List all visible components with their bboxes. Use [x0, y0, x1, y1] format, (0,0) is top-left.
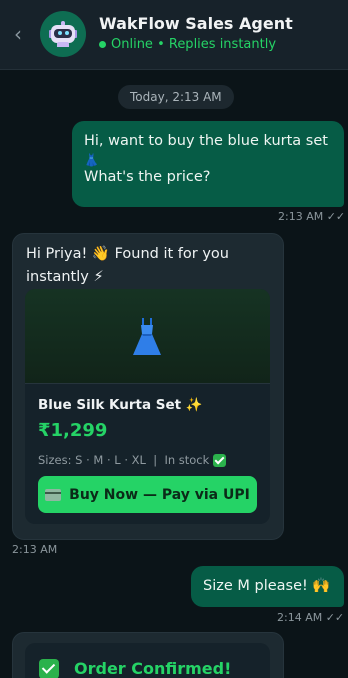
message-text-line: Hi Priya! 👋 Found it for you [26, 246, 229, 262]
order-confirmed-title: Order Confirmed! [74, 659, 232, 678]
product-card[interactable]: Blue Silk Kurta Set ✨ ₹1,299 Sizes: S · … [25, 289, 270, 524]
chat-header: ‹ WakFlow Sales Agent Online • Replies i… [0, 0, 348, 70]
avatar[interactable] [40, 11, 86, 57]
message-text-line: instantly ⚡ [26, 269, 104, 285]
back-icon[interactable]: ‹ [14, 22, 22, 46]
contact-status: Online • Replies instantly [99, 37, 276, 52]
message-time: 2:13 AM [12, 543, 58, 556]
check-icon [213, 453, 227, 467]
product-sizes-stock: Sizes: S · M · L · XL | In stock [38, 453, 210, 467]
product-price: ₹1,299 [38, 420, 108, 441]
date-divider: Today, 2:13 AM [118, 85, 234, 109]
status-text: Online • Replies instantly [111, 37, 277, 52]
robot-icon [49, 21, 77, 47]
message-text-line: Hi, want to buy the blue kurta set [84, 133, 328, 149]
dress-emoji: 👗 [84, 153, 99, 167]
read-ticks-icon: ✓✓ [325, 611, 345, 624]
message-time: 2:13 AM [278, 210, 324, 223]
credit-card-icon [45, 488, 62, 501]
buy-now-label: Buy Now — Pay via UPI [69, 486, 250, 503]
product-title: Blue Silk Kurta Set ✨ [38, 397, 203, 413]
online-dot-icon [99, 41, 106, 48]
buy-now-button[interactable]: Buy Now — Pay via UPI [38, 476, 257, 513]
product-image[interactable] [25, 289, 270, 384]
message-bubble-outgoing[interactable]: Hi, want to buy the blue kurta set 👗 Wha… [72, 121, 344, 207]
message-text-line: What's the price? [84, 169, 211, 185]
contact-name: WakFlow Sales Agent [99, 14, 293, 33]
read-ticks-icon: ✓✓ [326, 210, 346, 223]
product-meta: Sizes: S · M · L · XL | In stock [38, 453, 227, 467]
message-text: Size M please! 🙌 [203, 578, 331, 594]
dress-icon [133, 318, 161, 355]
message-meta: 2:14 AM ✓✓ [277, 611, 344, 624]
check-icon [39, 659, 59, 678]
message-bubble-outgoing[interactable]: Size M please! 🙌 [191, 566, 344, 607]
message-time: 2:14 AM [277, 611, 323, 624]
message-meta: 2:13 AM ✓✓ [278, 210, 345, 223]
